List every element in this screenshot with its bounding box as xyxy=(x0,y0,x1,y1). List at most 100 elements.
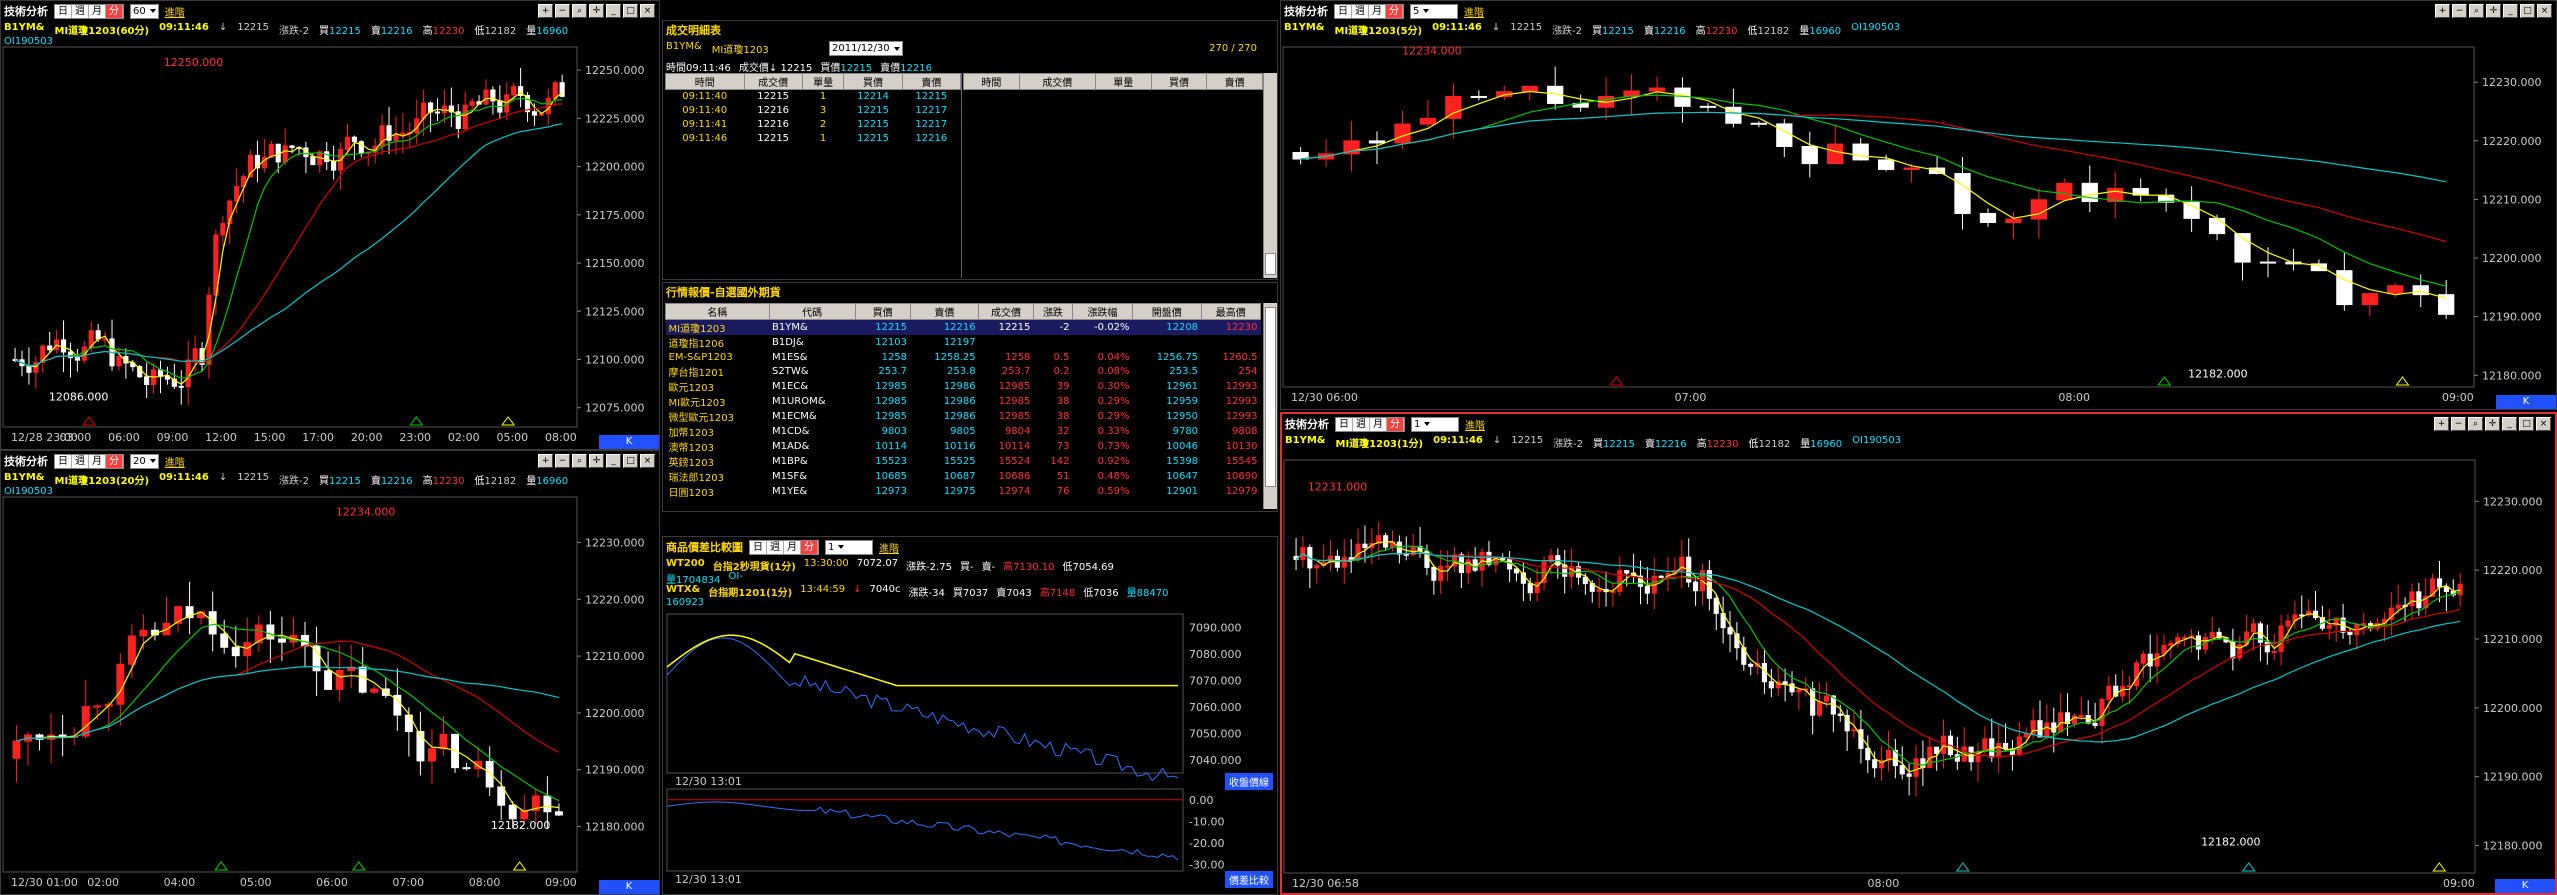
spread-compare-button[interactable]: 價差比較 xyxy=(1225,871,1273,888)
candle-body xyxy=(1362,543,1368,549)
price-tick-label: 12230.000 xyxy=(2482,76,2542,89)
time-tick-label: 12/30 13:01 xyxy=(675,873,742,886)
candle-body xyxy=(1341,557,1347,568)
table-row[interactable]: 摩台指1201 S2TW& 253.7 253.8 253.7 0.2 0.08% 253.5… xyxy=(666,364,1261,379)
spread-compare-panel[interactable]: 商品價差比較圖 日 週 月 分 1 進階 WT200 台指2秒現貨(1分) 13… xyxy=(662,536,1278,895)
ma-line-yellow xyxy=(14,91,563,385)
candle-body xyxy=(12,740,21,759)
time-tick-label: 07:00 xyxy=(392,876,424,889)
candle-body xyxy=(1776,123,1793,147)
candle-body xyxy=(116,356,122,367)
candle-body xyxy=(1472,559,1478,571)
diff-tick-label: 0.00 xyxy=(1189,794,1214,807)
time-tick-label: 17:00 xyxy=(302,431,334,444)
candle-body xyxy=(2195,635,2201,650)
price-tick-label: 12230.000 xyxy=(585,536,645,549)
price-tick-label: 7060.000 xyxy=(1189,701,1242,714)
table-row[interactable]: 加幣1203 M1CD& 9803 9805 9804 32 0.33% 9780 9808 xyxy=(666,424,1261,439)
candle-body xyxy=(1782,681,1788,685)
time-tick-label: 12/30 13:01 xyxy=(675,775,742,788)
ma-line-cyan xyxy=(16,665,560,742)
trade-detail-panel[interactable]: 成交明細表 B1YM& MI道瓊1203 2011/12/30 270 / 27… xyxy=(662,20,1278,280)
scroll-thumb[interactable] xyxy=(1265,253,1276,275)
time-tick-label: 05:00 xyxy=(240,876,272,889)
candle-body xyxy=(2387,285,2404,295)
price-tick-label: 12225.000 xyxy=(585,112,645,125)
candle-body xyxy=(1823,695,1830,702)
date-select[interactable]: 2011/12/30 xyxy=(829,41,903,56)
table-row[interactable]: MI歐元1203 M1UROM& 12985 12986 12985 38 0.29% 129… xyxy=(666,394,1261,409)
price-tick-label: 12200.000 xyxy=(2483,702,2543,715)
ma-line-cyan xyxy=(1300,111,2447,183)
candle-body xyxy=(508,804,517,820)
candle-body xyxy=(2250,623,2257,633)
candle-body xyxy=(2161,645,2167,655)
spread-line xyxy=(666,801,1179,861)
high-mark-label: 12250.000 xyxy=(164,56,224,69)
table-row[interactable]: EM-S&P1203 M1ES& 1258 1258.25 1258 0.5 0.04% 12… xyxy=(666,350,1261,364)
time-tick-label: 12:00 xyxy=(205,431,237,444)
candlestick-chart[interactable]: 12250.000 12225.000 12200.000 12175.000 1215… xyxy=(1,1,657,447)
time-tick-label: 05:00 xyxy=(496,431,528,444)
table-row[interactable]: 澳幣1203 M1AD& 10114 10116 10114 73 0.73% 10046 10… xyxy=(666,439,1261,454)
table-row[interactable]: 日圓1203 M1YE& 12973 12975 12974 76 0.59% 12901 12… xyxy=(666,484,1261,499)
chart-panel-20min[interactable]: 技術分析 日 週 月 分 20 進階 + − ⌕ ✛ _ □ × B1YM& MI道瓊120… xyxy=(0,450,660,895)
chart-panel-60min[interactable]: 技術分析 日 週 月 分 60 進階 + − ⌕ ✛ _ □ × B1YM& MI道瓊120… xyxy=(0,0,660,450)
trade-scrollbar[interactable] xyxy=(1263,73,1277,278)
candle-body xyxy=(1810,688,1816,716)
candle-body xyxy=(462,104,468,130)
quote-panel[interactable]: 行情報價-自選國外期貨 名稱 代碼 買價 賣價 成交價 漲跌 漲跌幅 開盤價 最… xyxy=(662,282,1278,512)
time-tick-label: 06:00 xyxy=(316,876,348,889)
price-tick-label: 12100.000 xyxy=(585,353,645,366)
table-header: 時間 成交價 單量 買價 賣價 xyxy=(963,73,1263,90)
candlestick-chart[interactable]: 12230.000 12220.000 12210.000 12200.000 1219… xyxy=(1,451,657,892)
chart-panel-1min[interactable]: 技術分析 日 週 月 分 1 進階 + − ⌕ ✛ _ □ × B1YM& MI道瓊1203… xyxy=(1280,412,2557,895)
signal-triangle-icon xyxy=(351,861,366,871)
panel-title: 行情報價-自選國外期貨 xyxy=(666,286,781,299)
scroll-handle[interactable]: K xyxy=(599,880,659,894)
trade-info: 時間09:11:46 成交價↓ 12215 買價12215 賣價12216 xyxy=(666,63,932,74)
candle-body xyxy=(331,160,337,171)
table-row[interactable]: 歐元1203 M1EC& 12985 12986 12985 39 0.30% 12961 12… xyxy=(666,379,1261,394)
candle-body xyxy=(1445,565,1451,568)
candle-body xyxy=(1699,105,1717,108)
candle-body xyxy=(243,642,252,657)
table-row[interactable]: 09:11:46 12215 1 12215 12216 xyxy=(666,132,961,146)
close-price-line-button[interactable]: 收盤價線 xyxy=(1225,773,1273,790)
table-row[interactable]: 09:11:40 12215 1 12214 12215 xyxy=(666,90,961,104)
scroll-handle[interactable]: K xyxy=(599,435,659,449)
spread-chart[interactable]: 7090.000 7080.000 7070.000 7060.000 7050.000… xyxy=(663,537,1275,892)
candle-body xyxy=(462,767,471,770)
candlestick-chart[interactable]: 12230.000 12220.000 12210.000 12200.000 1219… xyxy=(1282,414,2555,893)
candle-body xyxy=(1368,140,1386,144)
panel-title-bar: 行情報價-自選國外期貨 xyxy=(663,283,1277,301)
table-row[interactable]: 09:11:40 12216 3 12215 12217 xyxy=(666,104,961,118)
chart-panel-5min[interactable]: 技術分析 日 週 月 分 5 進階 + − ⌕ ✛ _ □ × B1YM& MI道瓊1203… xyxy=(1280,0,2557,410)
table-row[interactable]: 09:11:41 12216 2 12215 12217 xyxy=(666,118,961,132)
trade-table-right: 時間 成交價 單量 買價 賣價 xyxy=(963,73,1263,90)
price-tick-label: 12180.000 xyxy=(2483,839,2543,852)
table-row[interactable]: 英鎊1203 M1BP& 15523 15525 15524 142 0.92% 15398 1… xyxy=(666,454,1261,469)
price-tick-label: 12200.000 xyxy=(2482,252,2542,265)
candle-body xyxy=(234,185,240,202)
candle-body xyxy=(2023,733,2029,738)
scroll-handle[interactable]: K xyxy=(2496,395,2556,409)
signal-triangle-icon xyxy=(1609,376,1624,386)
table-row[interactable]: 瑞法郎1203 M1SF& 10685 10687 10686 51 0.48% 10647 1… xyxy=(666,469,1261,484)
signal-triangle-icon xyxy=(501,416,516,426)
diff-tick-label: -20.00 xyxy=(1189,837,1224,850)
quote-scrollbar[interactable] xyxy=(1263,303,1277,509)
candle-body xyxy=(554,811,563,816)
table-row[interactable]: MI道瓊1203 B1YM& 12215 12216 12215 -2 -0.02% 1220… xyxy=(665,319,1261,335)
signal-triangle-icon xyxy=(2241,862,2256,872)
table-row[interactable]: 道瓊指1206 B1DJ& 12103 12197 xyxy=(666,335,1261,350)
scroll-handle[interactable]: K xyxy=(2495,879,2555,893)
candlestick-chart[interactable]: 12230.000 12220.000 12210.000 12200.000 1219… xyxy=(1281,1,2554,407)
table-row[interactable]: 微型歐元1203 M1ECM& 12985 12986 12985 38 0.29% 1295… xyxy=(666,409,1261,424)
candle-body xyxy=(2154,653,2160,667)
candle-body xyxy=(1658,575,1664,578)
high-mark-label: 12231.000 xyxy=(1308,480,1368,493)
time-tick-label: 04:00 xyxy=(164,876,196,889)
candle-body xyxy=(2285,620,2291,627)
scroll-thumb[interactable] xyxy=(1265,307,1276,487)
